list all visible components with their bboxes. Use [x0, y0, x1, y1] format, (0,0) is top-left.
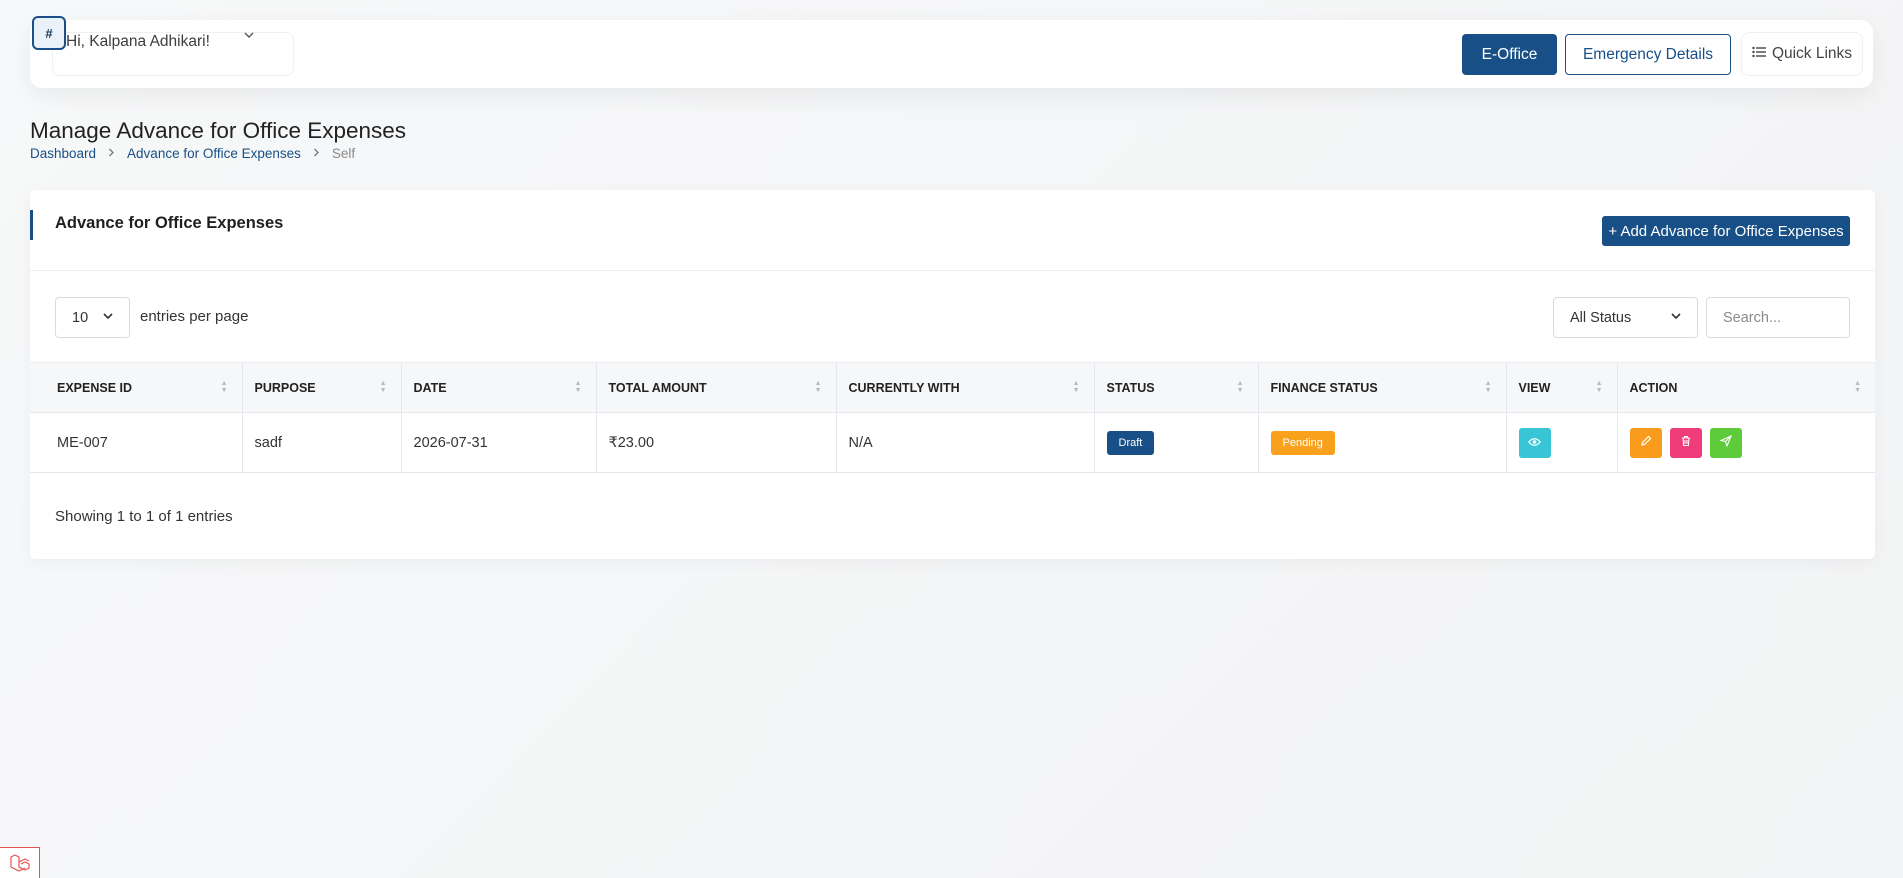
cell-currently-with: N/A	[836, 412, 1095, 473]
page-title: Manage Advance for Office Expenses	[30, 118, 407, 143]
status-filter-select[interactable]: All Status	[1553, 297, 1698, 338]
column-header-action[interactable]: ACTION ▲ ▼	[1617, 362, 1875, 413]
trash-icon	[1680, 435, 1692, 451]
column-header-expense-id[interactable]: EXPENSE ID ▲ ▼	[30, 362, 243, 413]
expenses-card: Advance for Office Expenses + Add Advanc…	[30, 190, 1875, 559]
breadcrumb-advance[interactable]: Advance for Office Expenses	[127, 146, 301, 161]
delete-button[interactable]	[1669, 427, 1702, 458]
column-header-finance-status[interactable]: FINANCE STATUS ▲ ▼	[1258, 362, 1507, 413]
cell-action	[1617, 412, 1875, 473]
eye-icon	[1528, 435, 1541, 451]
chevron-down-icon	[102, 310, 114, 325]
sort-icon: ▲ ▼	[1236, 380, 1244, 394]
cell-finance-status: Pending	[1258, 412, 1507, 473]
view-button[interactable]	[1518, 427, 1551, 458]
chevron-down-icon[interactable]	[244, 30, 254, 43]
divider	[30, 270, 1875, 271]
finance-status-badge: Pending	[1270, 430, 1335, 455]
column-header-view[interactable]: VIEW ▲ ▼	[1506, 362, 1618, 413]
breadcrumb-self: Self	[331, 146, 356, 161]
status-badge: Draft	[1106, 430, 1155, 455]
cell-total-amount: ₹23.00	[596, 412, 837, 473]
quick-links-label: Quick Links	[1771, 45, 1853, 62]
expenses-table: EXPENSE ID ▲ ▼ PURPOSE ▲ ▼ DATE ▲ ▼ TOTAL AMOU…	[30, 362, 1875, 473]
entries-per-page-select[interactable]: 10	[55, 297, 130, 338]
cell-expense-id: ME-007	[30, 412, 243, 473]
send-button[interactable]	[1709, 427, 1742, 458]
column-header-purpose[interactable]: PURPOSE ▲ ▼	[242, 362, 402, 413]
cell-view	[1506, 412, 1618, 473]
chevron-right-icon	[313, 148, 320, 160]
table-info: Showing 1 to 1 of 1 entries	[55, 508, 233, 525]
sort-icon: ▲ ▼	[1072, 380, 1080, 394]
card-title: Advance for Office Expenses	[55, 214, 284, 232]
sort-icon: ▲ ▼	[814, 380, 822, 394]
status-filter-value: All Status	[1570, 309, 1632, 326]
pencil-icon	[1640, 435, 1652, 451]
avatar[interactable]: #	[32, 16, 66, 50]
avatar-text: #	[45, 25, 53, 41]
chevron-right-icon	[108, 148, 115, 160]
laravel-logo-icon[interactable]	[0, 847, 40, 878]
sort-icon: ▲ ▼	[1595, 380, 1603, 394]
quick-links-button[interactable]: Quick Links	[1741, 32, 1863, 76]
breadcrumb: Dashboard Advance for Office Expenses Se…	[30, 146, 355, 161]
entries-per-page-label: entries per page	[140, 308, 249, 325]
cell-status: Draft	[1094, 412, 1259, 473]
add-advance-button[interactable]: + Add Advance for Office Expenses	[1602, 216, 1850, 246]
column-header-total-amount[interactable]: TOTAL AMOUNT ▲ ▼	[596, 362, 837, 413]
card-accent-bar	[30, 210, 33, 240]
sort-icon: ▲ ▼	[1484, 380, 1492, 394]
search-input[interactable]	[1706, 297, 1850, 338]
eoffice-button[interactable]: E-Office	[1462, 34, 1557, 75]
sort-icon: ▲ ▼	[574, 380, 582, 394]
emergency-details-button[interactable]: Emergency Details	[1565, 34, 1731, 75]
table-row: ME-007 sadf 2026-07-31 ₹23.00 N/A Draft …	[30, 412, 1875, 473]
user-greeting[interactable]: Hi, Kalpana Adhikari!	[66, 33, 210, 51]
column-header-status[interactable]: STATUS ▲ ▼	[1094, 362, 1259, 413]
sort-icon: ▲ ▼	[379, 380, 387, 394]
cell-date: 2026-07-31	[401, 412, 597, 473]
per-page-value: 10	[72, 309, 89, 326]
column-header-currently-with[interactable]: CURRENTLY WITH ▲ ▼	[836, 362, 1095, 413]
sort-icon: ▲ ▼	[220, 380, 228, 394]
breadcrumb-dashboard[interactable]: Dashboard	[30, 146, 96, 161]
column-header-date[interactable]: DATE ▲ ▼	[401, 362, 597, 413]
paper-plane-icon	[1718, 434, 1732, 451]
chevron-down-icon	[1670, 310, 1682, 325]
table-header-row: EXPENSE ID ▲ ▼ PURPOSE ▲ ▼ DATE ▲ ▼ TOTAL AMOU…	[30, 362, 1875, 413]
edit-button[interactable]	[1629, 427, 1662, 458]
list-icon	[1752, 45, 1766, 63]
sort-icon: ▲ ▼	[1854, 380, 1861, 394]
cell-purpose: sadf	[242, 412, 402, 473]
